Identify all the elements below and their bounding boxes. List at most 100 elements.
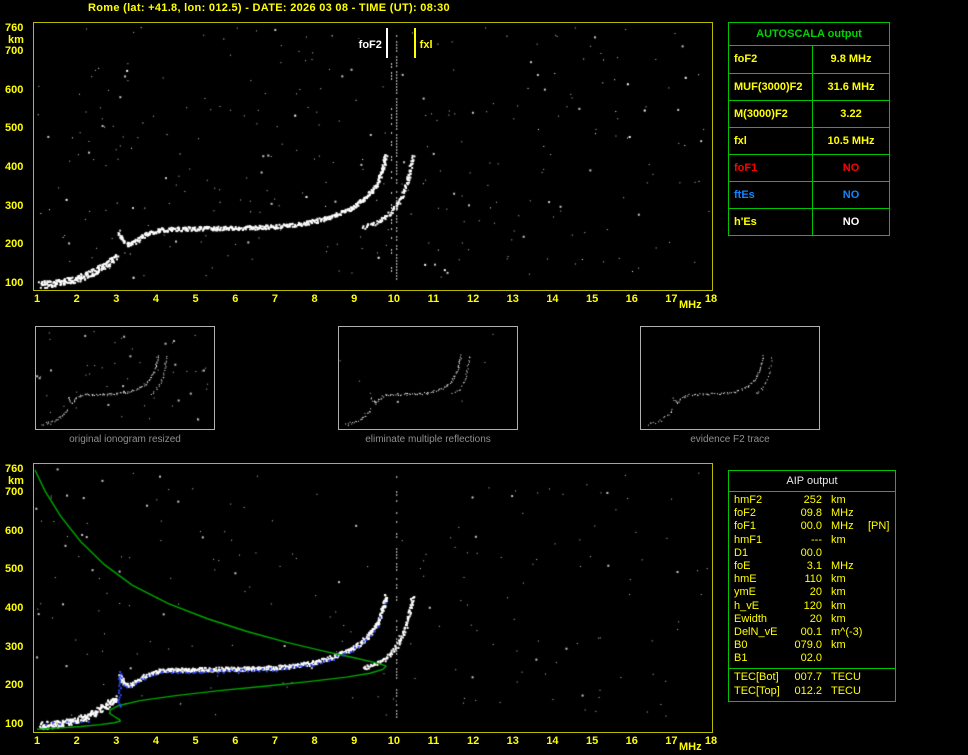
autoscala-row: foF2 9.8 MHz <box>729 46 889 73</box>
thumbnail-caption-f2: evidence F2 trace <box>690 434 770 445</box>
autoscala-row: fxl 10.5 MHz <box>729 127 889 154</box>
x-tick-label: 5 <box>192 293 199 305</box>
aip-separator-line <box>729 668 895 670</box>
autoscala-row: MUF(3000)F2 31.6 MHz <box>729 73 889 100</box>
y-tick-label: 500 <box>5 563 24 576</box>
thumbnail-multiple-reflections <box>338 326 518 430</box>
y-tick-label: 100 <box>5 277 24 290</box>
y-tick-label: 400 <box>5 602 24 615</box>
thumbnail-canvas <box>641 327 819 429</box>
autoscala-row-value: 9.8 MHz <box>830 53 872 65</box>
fxl-marker-line <box>413 28 416 58</box>
aip-row-unit: TECU <box>831 684 861 697</box>
autoscala-row-value: NO <box>842 189 860 201</box>
aip-row-value: --- <box>811 533 822 546</box>
y-tick-label: 760 <box>5 22 24 34</box>
aip-row: hmF1 --- km <box>729 534 895 547</box>
x-tick-label: 15 <box>585 293 599 305</box>
aip-row-value: 252 <box>803 494 822 506</box>
autoscala-rows: foF2 9.8 MHz MUF(3000)F2 31.6 MHz M(3000)F2 3… <box>729 46 889 235</box>
thumbnail-canvas <box>36 327 214 429</box>
y-tick-label: 300 <box>5 199 24 212</box>
x-tick-label: 9 <box>351 735 358 747</box>
x-tick-label: 16 <box>625 293 638 305</box>
x-tick-label: 5 <box>192 735 199 747</box>
autoscala-row-value: 3.22 <box>840 108 862 120</box>
aip-row-value: 007.7 <box>794 671 822 684</box>
aip-row-value: 3.1 <box>806 559 822 572</box>
x-tick-label: 2 <box>73 735 80 747</box>
x-tick-label: 14 <box>546 293 559 305</box>
thumbnail-original-ionogram <box>35 326 215 430</box>
aip-row-unit: km <box>831 612 846 625</box>
aip-row-name: hmE <box>734 573 757 586</box>
autoscala-row-label: foF2 <box>729 46 813 73</box>
aip-row-unit: TECU <box>831 671 861 684</box>
aip-table-title: AIP output <box>729 471 895 492</box>
aip-row: foF1 00.0 MHz [PN] <box>729 520 895 533</box>
aip-row-value: 110 <box>804 573 822 586</box>
aip-row-extra: [PN] <box>868 520 890 533</box>
aip-row-name: D1 <box>734 546 749 559</box>
bottom-profile-canvas <box>34 464 712 732</box>
x-tick-label: 11 <box>427 735 440 747</box>
x-tick-label: 8 <box>311 293 318 305</box>
x-tick-label: 4 <box>152 735 159 747</box>
aip-row-value: 02.0 <box>800 652 822 665</box>
x-tick-label: 18 <box>704 293 718 305</box>
aip-row: ymE 20 km <box>729 586 895 599</box>
thumbnail-canvas <box>339 327 517 429</box>
y-tick-label: 700 <box>5 486 24 499</box>
y-tick-label: 760 <box>5 463 24 475</box>
aip-row: TEC[Top] 012.2 TECU <box>729 685 895 698</box>
aip-rows: hmF2 252 km foF2 09.8 MHz foF1 00.0 MHz [PN] hmF1 -… <box>729 492 895 698</box>
aip-row-name: B0 <box>734 639 748 652</box>
x-tick-label: 15 <box>585 735 599 747</box>
autoscala-table-title: AUTOSCALA output <box>729 23 889 46</box>
y-tick-label: 100 <box>5 718 24 731</box>
top-ionogram-plot: foF2 fxl <box>33 22 713 291</box>
aip-row: h_vE 120 km <box>729 600 895 613</box>
autoscala-row-label: fxl <box>729 128 813 154</box>
x-tick-label: 2 <box>73 293 80 305</box>
autoscala-row-label: MUF(3000)F2 <box>729 74 813 100</box>
x-tick-label: 16 <box>625 735 638 747</box>
x-tick-label: 13 <box>506 735 519 747</box>
autoscala-row: M(3000)F2 3.22 <box>729 100 889 127</box>
autoscala-row-value: 31.6 MHz <box>827 81 875 93</box>
aip-row: TEC[Bot] 007.7 TECU <box>729 671 895 684</box>
aip-row-value: 012.2 <box>794 684 822 697</box>
fof2-marker-label: foF2 <box>346 39 383 51</box>
y-tick-label: 200 <box>5 679 24 692</box>
aip-row: foE 3.1 MHz <box>729 560 895 573</box>
x-tick-label: 18 <box>704 735 718 747</box>
y-tick-label: 300 <box>5 640 24 653</box>
x-tick-label: 11 <box>427 293 440 305</box>
aip-row-value: 00.0 <box>800 520 822 533</box>
autoscala-output-table: AUTOSCALA output foF2 9.8 MHz MUF(3000)F2 3… <box>728 22 890 236</box>
aip-row: foF2 09.8 MHz <box>729 507 895 520</box>
autoscala-row-label: M(3000)F2 <box>729 101 813 127</box>
aip-row-unit <box>822 652 866 665</box>
y-tick-label: 200 <box>5 238 24 251</box>
y-tick-label: 600 <box>5 524 24 537</box>
x-tick-label: 12 <box>467 293 480 305</box>
thumbnail-f2-trace <box>640 326 820 430</box>
aip-row-name: foF1 <box>734 520 757 533</box>
y-tick-label: 600 <box>5 83 24 96</box>
y-tick-label: 700 <box>5 45 24 58</box>
x-tick-label: 1 <box>33 293 41 305</box>
y-axis-unit-label: km <box>8 475 24 487</box>
aip-row: B1 02.0 <box>729 652 895 665</box>
aip-row-unit: km <box>831 573 846 586</box>
autoscala-row-value: NO <box>842 162 860 174</box>
aip-row-value: 079.0 <box>794 639 822 652</box>
aip-row: hmE 110 km <box>729 573 895 586</box>
y-tick-label: 500 <box>5 122 24 135</box>
x-tick-label: 1 <box>33 735 41 747</box>
x-tick-label: 10 <box>387 735 400 747</box>
aip-row: Ewidth 20 km <box>729 613 895 626</box>
x-tick-label: 3 <box>113 293 120 305</box>
autoscala-row-label: ftEs <box>729 182 813 208</box>
x-tick-label: 8 <box>311 735 318 747</box>
